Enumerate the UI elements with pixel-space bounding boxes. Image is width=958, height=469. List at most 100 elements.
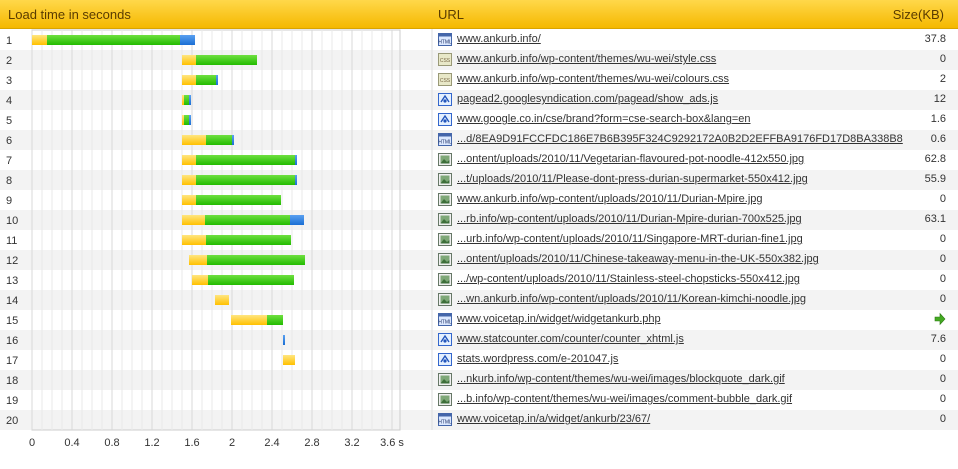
bar-wait-segment xyxy=(182,175,196,185)
svg-text:HTML: HTML xyxy=(438,40,452,46)
bar-blocking-segment xyxy=(232,135,234,145)
resource-size: 12 xyxy=(933,93,946,105)
column-header: Load time in seconds URL Size(KB) xyxy=(0,0,958,29)
resource-row: .../wp-content/uploads/2010/11/Stainless… xyxy=(435,270,955,290)
bar-download-segment xyxy=(207,255,305,265)
bar-download-segment xyxy=(184,115,189,125)
resource-row: HTML www.voicetap.in/widget/widgetankurb.… xyxy=(435,310,955,330)
resource-url-link[interactable]: www.ankurb.info/ xyxy=(457,33,541,45)
resource-url-link[interactable]: ...ontent/uploads/2010/11/Chinese-takeaw… xyxy=(457,253,819,265)
resource-url-link[interactable]: ...rb.info/wp-content/uploads/2010/11/Du… xyxy=(457,213,802,225)
resource-row: ...urb.info/wp-content/uploads/2010/11/S… xyxy=(435,230,955,250)
row-number: 15 xyxy=(6,315,18,327)
bar-blocking-segment xyxy=(189,115,191,125)
axis-tick-label: 1.2 xyxy=(144,437,159,449)
bar-wait-segment xyxy=(283,355,295,365)
row-number: 2 xyxy=(6,55,12,67)
resource-row: CSS www.ankurb.info/wp-content/themes/wu-… xyxy=(435,70,955,90)
resource-row: www.google.co.in/cse/brand?form=cse-sear… xyxy=(435,110,955,130)
resource-url-link[interactable]: .../wp-content/uploads/2010/11/Stainless… xyxy=(457,273,800,285)
resource-url-link[interactable]: ...urb.info/wp-content/uploads/2010/11/S… xyxy=(457,233,803,245)
resource-row: ...rb.info/wp-content/uploads/2010/11/Du… xyxy=(435,210,955,230)
axis-tick-label: 2 xyxy=(229,437,235,449)
axis-tick-label: 3.6 s xyxy=(380,437,404,449)
bar-wait-segment xyxy=(182,235,206,245)
url-header: URL xyxy=(438,7,465,22)
bar-wait-segment xyxy=(182,115,184,125)
waterfall-panel: 1 2 3 4 5 6 7 8 9 10 11 12 13 14 15 16 17 18 19 20 0 0.4 0.8 1.… xyxy=(0,0,958,469)
resource-size: 7.6 xyxy=(930,333,946,345)
row-number: 14 xyxy=(6,295,18,307)
resource-size: 1.6 xyxy=(930,113,946,125)
resource-size: 37.8 xyxy=(924,33,946,45)
bar-blocking-segment xyxy=(180,35,195,45)
bar-wait-segment xyxy=(182,75,196,85)
bar-download-segment xyxy=(208,275,294,285)
row-number: 19 xyxy=(6,395,18,407)
bar-wait-segment xyxy=(182,215,205,225)
resource-size: 0.6 xyxy=(930,133,946,145)
bar-wait-segment xyxy=(182,155,196,165)
resource-url-link[interactable]: ...b.info/wp-content/themes/wu-wei/image… xyxy=(457,393,792,405)
resource-row: CSS www.ankurb.info/wp-content/themes/wu-… xyxy=(435,50,955,70)
bar-wait-segment xyxy=(182,135,206,145)
bar-download-segment xyxy=(196,55,257,65)
resource-size: 0 xyxy=(939,253,946,265)
row-number: 13 xyxy=(6,275,18,287)
bar-wait-segment xyxy=(182,95,184,105)
axis-tick-label: 1.6 xyxy=(184,437,199,449)
row-number: 17 xyxy=(6,355,18,367)
resource-url-link[interactable]: ...ontent/uploads/2010/11/Vegetarian-fla… xyxy=(457,153,804,165)
bar-download-segment xyxy=(196,75,216,85)
resource-url-link[interactable]: www.ankurb.info/wp-content/themes/wu-wei… xyxy=(457,53,716,65)
resource-size: 0 xyxy=(939,413,946,425)
resource-row: ...wn.ankurb.info/wp-content/uploads/201… xyxy=(435,290,955,310)
axis-tick-label: 0.8 xyxy=(104,437,119,449)
bar-wait-segment xyxy=(182,195,196,205)
bar-download-segment xyxy=(47,35,180,45)
resource-size: 55.9 xyxy=(924,173,946,185)
axis-tick-label: 0 xyxy=(29,437,35,449)
row-number: 6 xyxy=(6,135,12,147)
expand-arrow-icon[interactable] xyxy=(934,312,946,326)
bar-wait-segment xyxy=(215,295,229,305)
resource-url-link[interactable]: www.ankurb.info/wp-content/uploads/2010/… xyxy=(457,193,763,205)
axis-tick-label: 2.4 xyxy=(264,437,279,449)
resource-size: 0 xyxy=(939,273,946,285)
resource-url-link[interactable]: stats.wordpress.com/e-201047.js xyxy=(457,353,618,365)
resource-url-link[interactable]: ...t/uploads/2010/11/Please-dont-press-d… xyxy=(457,173,808,185)
resource-size: 0 xyxy=(939,393,946,405)
resource-row: ...t/uploads/2010/11/Please-dont-press-d… xyxy=(435,170,955,190)
bar-blocking-segment xyxy=(295,155,297,165)
resource-row: stats.wordpress.com/e-201047.js 0 xyxy=(435,350,955,370)
resource-url-link[interactable]: ...d/8EA9D91FCCFDC186E7B6B395F324C929217… xyxy=(457,133,903,145)
resource-url-link[interactable]: www.voicetap.in/a/widget/ankurb/23/67/ xyxy=(457,413,650,425)
load-time-header: Load time in seconds xyxy=(8,7,131,22)
row-number: 4 xyxy=(6,95,12,107)
resource-url-link[interactable]: pagead2.googlesyndication.com/pagead/sho… xyxy=(457,93,718,105)
resource-url-link[interactable]: ...wn.ankurb.info/wp-content/uploads/201… xyxy=(457,293,806,305)
row-number: 1 xyxy=(6,35,12,47)
resource-size: 0 xyxy=(939,193,946,205)
svg-text:HTML: HTML xyxy=(438,140,452,146)
resource-url-link[interactable]: ...nkurb.info/wp-content/themes/wu-wei/i… xyxy=(457,373,785,385)
resource-url-link[interactable]: www.google.co.in/cse/brand?form=cse-sear… xyxy=(457,113,751,125)
bar-download-segment xyxy=(267,315,283,325)
svg-text:HTML: HTML xyxy=(438,320,452,326)
resource-row: ...ontent/uploads/2010/11/Chinese-takeaw… xyxy=(435,250,955,270)
bar-blocking-segment xyxy=(295,175,297,185)
row-number: 10 xyxy=(6,215,18,227)
bar-download-segment xyxy=(184,95,189,105)
bar-wait-segment xyxy=(231,315,267,325)
resource-row: HTML ...d/8EA9D91FCCFDC186E7B6B395F324C92… xyxy=(435,130,955,150)
bar-wait-segment xyxy=(182,55,196,65)
resource-url-link[interactable]: www.voicetap.in/widget/widgetankurb.php xyxy=(457,313,661,325)
bar-download-segment xyxy=(206,235,291,245)
resource-row: HTML www.ankurb.info/37.8 xyxy=(435,30,955,50)
bar-download-segment xyxy=(196,155,295,165)
resource-url-link[interactable]: www.ankurb.info/wp-content/themes/wu-wei… xyxy=(457,73,729,85)
resource-row: www.statcounter.com/counter/counter_xhtm… xyxy=(435,330,955,350)
resource-url-link[interactable]: www.statcounter.com/counter/counter_xhtm… xyxy=(457,333,684,345)
row-number: 20 xyxy=(6,415,18,427)
resource-size: 0 xyxy=(939,233,946,245)
